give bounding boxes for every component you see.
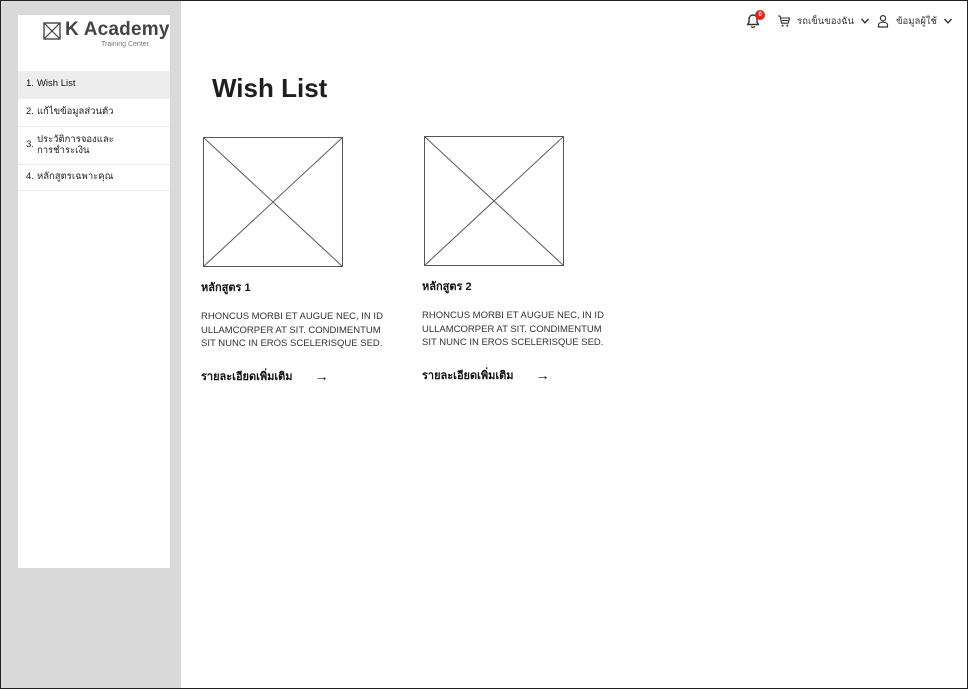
course-card: หลักสูตร 2 RHONCUS MORBI ET AUGUE NEC, I… [422, 136, 612, 384]
image-placeholder-icon [43, 22, 61, 40]
course-image-placeholder[interactable] [203, 137, 343, 267]
logo-subtitle: Training Center [101, 41, 149, 48]
arrow-right-icon: → [314, 367, 329, 384]
course-details-link[interactable]: รายละเอียดเพิ่มเติม → [201, 367, 391, 385]
sidebar-nav: 1. Wish List 2. แก้ไขข้อมูลส่วนตัว 3. ปร… [18, 71, 170, 191]
sidebar-item-number: 2. [26, 106, 34, 118]
cart-icon[interactable] [777, 14, 791, 28]
course-details-label: รายละเอียดเพิ่มเติม [422, 369, 514, 382]
sidebar-item-recommended-courses[interactable]: 4. หลักสูตรเฉพาะคุณ [18, 165, 170, 191]
sidebar-item-number: 1. [26, 78, 34, 90]
course-description: RHONCUS MORBI ET AUGUE NEC, IN ID ULLAMC… [422, 310, 604, 348]
notification-button[interactable]: 0 [745, 10, 766, 32]
app-window: K Academy Training Center 1. Wish List 2… [0, 0, 968, 689]
logo[interactable]: K Academy Training Center [23, 19, 169, 59]
course-details-link[interactable]: รายละเอียดเพิ่มเติม → [422, 366, 612, 384]
user-menu-link[interactable]: ข้อมูลผู้ใช้ [896, 14, 937, 29]
top-header: 0 รถเข็นของฉัน ข้อมูลผู้ใช้ [745, 10, 953, 32]
course-details-label: รายละเอียดเพิ่มเติม [201, 370, 293, 383]
sidebar-item-label: แก้ไขข้อมูลส่วนตัว [36, 106, 114, 118]
arrow-right-icon: → [535, 366, 550, 383]
course-description: RHONCUS MORBI ET AUGUE NEC, IN ID ULLAMC… [201, 311, 383, 349]
notification-badge: 0 [755, 10, 766, 20]
logo-text: K Academy [65, 19, 170, 40]
sidebar-item-wish-list[interactable]: 1. Wish List [18, 71, 170, 99]
course-image-placeholder[interactable] [424, 136, 564, 266]
sidebar-item-number: 4. [26, 171, 34, 183]
sidebar-item-label: หลักสูตรเฉพาะคุณ [36, 171, 114, 183]
sidebar-item-booking-history[interactable]: 3. ประวัติการจองและ การชำระเงิน [18, 127, 170, 165]
chevron-down-icon[interactable] [860, 16, 870, 26]
course-card: หลักสูตร 1 RHONCUS MORBI ET AUGUE NEC, I… [201, 137, 391, 385]
sidebar-item-edit-profile[interactable]: 2. แก้ไขข้อมูลส่วนตัว [18, 99, 170, 127]
bell-icon [745, 14, 761, 32]
sidebar-item-label: ประวัติการจองและ การชำระเงิน [36, 133, 114, 156]
sidebar-item-label: Wish List [36, 78, 76, 90]
sidebar-item-number: 3. [26, 139, 34, 151]
course-title: หลักสูตร 1 [201, 282, 251, 294]
user-icon[interactable] [876, 14, 890, 28]
cart-link[interactable]: รถเข็นของฉัน [797, 14, 854, 29]
page-title: Wish List [212, 73, 328, 103]
course-title: หลักสูตร 2 [422, 281, 472, 293]
chevron-down-icon[interactable] [943, 16, 953, 26]
